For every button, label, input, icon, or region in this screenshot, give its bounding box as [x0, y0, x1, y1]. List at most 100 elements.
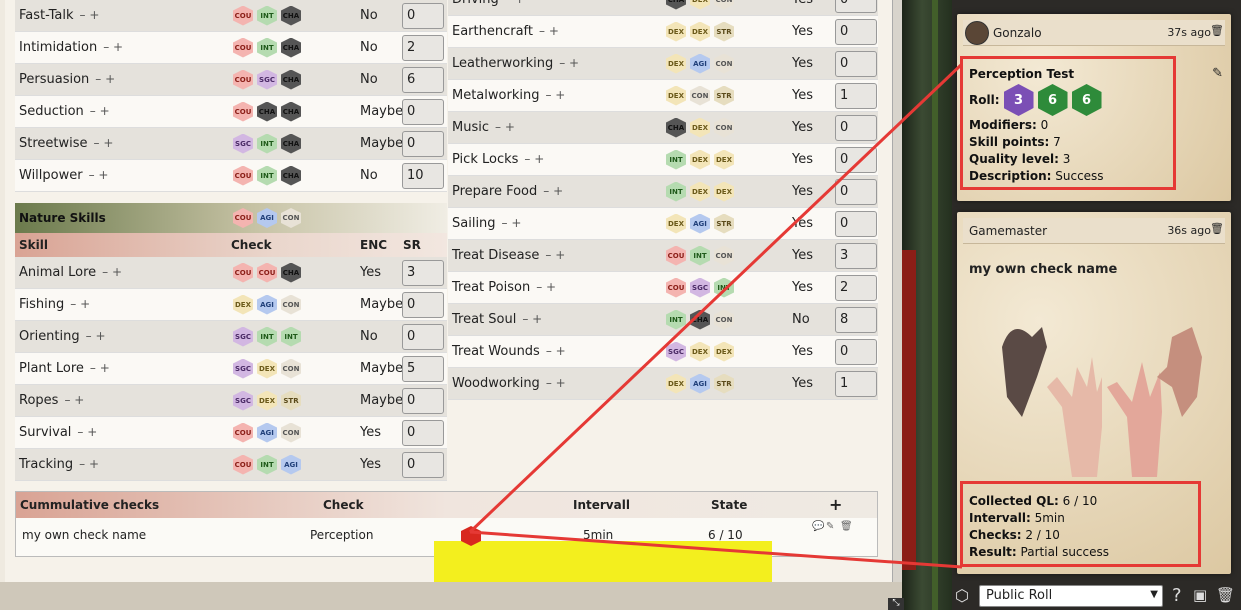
- skill-name[interactable]: Survival – +: [19, 425, 97, 440]
- skill-row[interactable]: Streetwise – + SGC INT CHA Maybe 0: [15, 128, 447, 160]
- skill-adjust-buttons[interactable]: – +: [505, 0, 525, 6]
- skill-adjust-buttons[interactable]: – +: [495, 120, 515, 134]
- skill-adjust-buttons[interactable]: – +: [545, 88, 565, 102]
- skill-adjust-buttons[interactable]: – +: [524, 152, 544, 166]
- skill-row[interactable]: Metalworking – + DEX CON STR Yes 1: [448, 80, 878, 112]
- skill-name[interactable]: Music – +: [452, 120, 515, 135]
- skill-adjust-buttons[interactable]: – +: [522, 312, 542, 326]
- edit-icon[interactable]: ✎: [1212, 66, 1223, 81]
- sr-input[interactable]: 0: [402, 291, 444, 318]
- skill-name[interactable]: Treat Disease – +: [452, 248, 565, 263]
- skill-name[interactable]: Leatherworking – +: [452, 56, 579, 71]
- skill-adjust-buttons[interactable]: – +: [102, 265, 122, 279]
- sr-input[interactable]: 0: [402, 130, 444, 157]
- sr-input[interactable]: 0: [835, 146, 877, 173]
- skill-row[interactable]: Fishing – + DEX AGI CON Maybe 0: [15, 289, 447, 321]
- sr-input[interactable]: 10: [402, 162, 444, 189]
- skill-adjust-buttons[interactable]: – +: [70, 297, 90, 311]
- roll-die-icon[interactable]: [461, 526, 481, 546]
- sr-input[interactable]: 5: [402, 355, 444, 382]
- trash-icon[interactable]: 🗑: [840, 521, 853, 532]
- skill-row[interactable]: Leatherworking – + DEX AGI CON Yes 0: [448, 48, 878, 80]
- skill-name[interactable]: Metalworking – +: [452, 88, 565, 103]
- skill-name[interactable]: Persuasion – +: [19, 72, 115, 87]
- sr-input[interactable]: 0: [402, 2, 444, 29]
- skill-row[interactable]: Seduction – + COU CHA CHA Maybe 0: [15, 96, 447, 128]
- sr-input[interactable]: 0: [835, 210, 877, 237]
- skill-adjust-buttons[interactable]: – +: [80, 8, 100, 22]
- skill-name[interactable]: Seduction – +: [19, 104, 110, 119]
- skill-name[interactable]: Intimidation – +: [19, 40, 123, 55]
- skill-adjust-buttons[interactable]: – +: [536, 280, 556, 294]
- skill-row[interactable]: Earthencraft – + DEX DEX STR Yes 0: [448, 16, 878, 48]
- skill-name[interactable]: Sailing – +: [452, 216, 521, 231]
- sr-input[interactable]: 0: [402, 98, 444, 125]
- save-icon[interactable]: ▣: [1193, 586, 1207, 604]
- skill-row[interactable]: Music – + CHA DEX CON Yes 0: [448, 112, 878, 144]
- skill-adjust-buttons[interactable]: – +: [79, 457, 99, 471]
- skill-name[interactable]: Treat Poison – +: [452, 280, 556, 295]
- delete-message-icon[interactable]: 🗑: [1210, 24, 1224, 37]
- skill-adjust-buttons[interactable]: – +: [64, 393, 84, 407]
- trash-icon[interactable]: 🗑: [1216, 586, 1235, 604]
- skill-adjust-buttons[interactable]: – +: [546, 344, 566, 358]
- skill-name[interactable]: Ropes – +: [19, 393, 84, 408]
- skill-row[interactable]: Animal Lore – + COU COU CHA Yes 3: [15, 257, 447, 289]
- sr-input[interactable]: 3: [402, 259, 444, 286]
- skill-adjust-buttons[interactable]: – +: [77, 425, 97, 439]
- skill-adjust-buttons[interactable]: – +: [90, 104, 110, 118]
- skill-row[interactable]: Intimidation – + COU INT CHA No 2: [15, 32, 447, 64]
- delete-message-icon[interactable]: 🗑: [1210, 222, 1224, 235]
- sr-input[interactable]: 6: [402, 66, 444, 93]
- skill-adjust-buttons[interactable]: – +: [89, 168, 109, 182]
- sr-input[interactable]: 0: [835, 18, 877, 45]
- skill-row[interactable]: Ropes – + SGC DEX STR Maybe 0: [15, 385, 447, 417]
- sr-input[interactable]: 0: [835, 338, 877, 365]
- chat-icon[interactable]: 💬: [812, 521, 824, 532]
- skill-row[interactable]: Prepare Food – + INT DEX DEX Yes 0: [448, 176, 878, 208]
- skill-name[interactable]: Willpower – +: [19, 168, 108, 183]
- skill-row[interactable]: Tracking – + COU INT AGI Yes 0: [15, 449, 447, 481]
- skill-row[interactable]: Driving– + CHA DEX CON Yes 0: [448, 0, 878, 16]
- sr-input[interactable]: 3: [835, 242, 877, 269]
- skill-row[interactable]: Pick Locks – + INT DEX DEX Yes 0: [448, 144, 878, 176]
- sr-input[interactable]: 0: [402, 419, 444, 446]
- skill-adjust-buttons[interactable]: – +: [86, 329, 106, 343]
- skill-adjust-buttons[interactable]: – +: [545, 248, 565, 262]
- skill-name[interactable]: Streetwise – +: [19, 136, 113, 151]
- skill-adjust-buttons[interactable]: – +: [103, 40, 123, 54]
- skill-name[interactable]: Fishing – +: [19, 297, 90, 312]
- sr-input[interactable]: 2: [835, 274, 877, 301]
- skill-name[interactable]: Treat Soul – +: [452, 312, 542, 327]
- sheet-scrollbar[interactable]: [892, 0, 902, 582]
- edit-icon[interactable]: ✎: [826, 521, 834, 532]
- skill-name[interactable]: Prepare Food – +: [452, 184, 563, 199]
- sr-input[interactable]: 0: [402, 387, 444, 414]
- skill-adjust-buttons[interactable]: – +: [95, 72, 115, 86]
- sr-input[interactable]: 0: [835, 178, 877, 205]
- skill-name[interactable]: Treat Wounds – +: [452, 344, 566, 359]
- skill-row[interactable]: Willpower – + COU INT CHA No 10: [15, 160, 447, 192]
- add-cumulative-button[interactable]: +: [829, 495, 842, 514]
- skill-adjust-buttons[interactable]: – +: [94, 136, 114, 150]
- skill-row[interactable]: Treat Disease – + COU INT CON Yes 3: [448, 240, 878, 272]
- skill-row[interactable]: Plant Lore – + SGC DEX CON Maybe 5: [15, 353, 447, 385]
- sr-input[interactable]: 0: [835, 0, 877, 13]
- sr-input[interactable]: 1: [835, 82, 877, 109]
- sr-input[interactable]: 0: [835, 114, 877, 141]
- skill-name[interactable]: Driving– +: [452, 0, 525, 7]
- resize-handle-icon[interactable]: ⤡: [888, 598, 904, 610]
- roll-mode-select[interactable]: Public Roll ▼: [979, 585, 1163, 607]
- sr-input[interactable]: 0: [402, 451, 444, 478]
- skill-adjust-buttons[interactable]: – +: [559, 56, 579, 70]
- skill-adjust-buttons[interactable]: – +: [539, 24, 559, 38]
- sr-input[interactable]: 0: [402, 323, 444, 350]
- skill-name[interactable]: Orienting – +: [19, 329, 106, 344]
- help-icon[interactable]: ?: [1172, 585, 1182, 606]
- skill-adjust-buttons[interactable]: – +: [502, 216, 522, 230]
- sr-input[interactable]: 0: [835, 50, 877, 77]
- skill-row[interactable]: Woodworking – + DEX AGI STR Yes 1: [448, 368, 878, 400]
- skill-name[interactable]: Earthencraft – +: [452, 24, 559, 39]
- skill-row[interactable]: Persuasion – + COU SGC CHA No 6: [15, 64, 447, 96]
- skill-row[interactable]: Treat Soul – + INT CHA CON No 8: [448, 304, 878, 336]
